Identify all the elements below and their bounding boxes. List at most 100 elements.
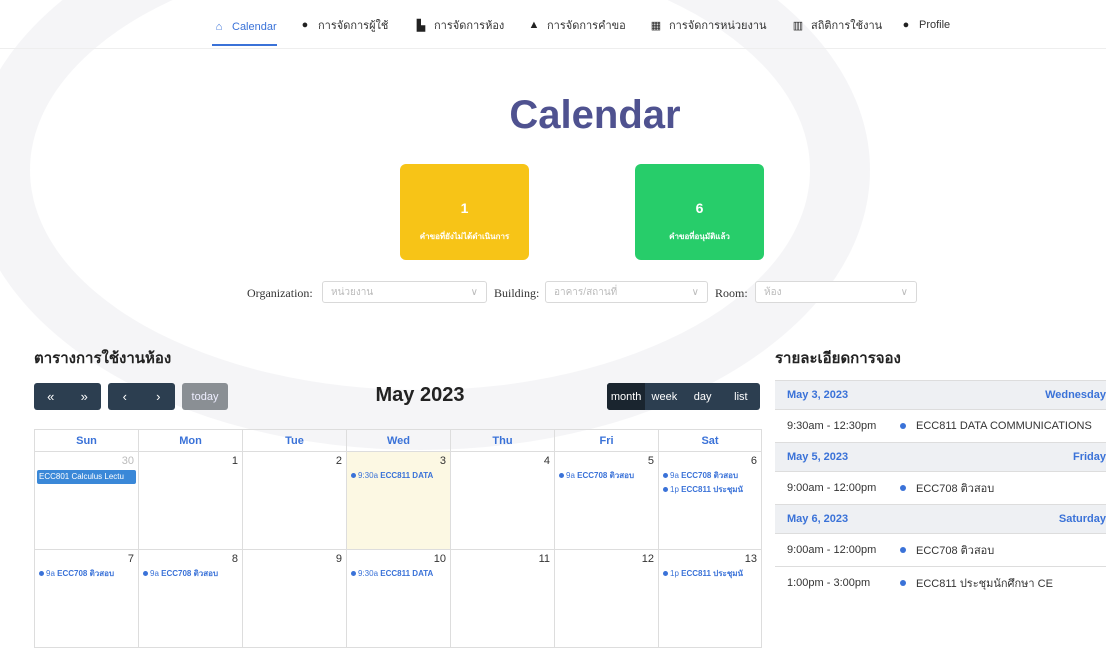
room-placeholder: ห้อง <box>764 287 782 298</box>
day-cell[interactable]: 1 <box>138 451 243 550</box>
view-day-button[interactable]: day <box>684 383 722 410</box>
details-date: May 5, 2023 <box>787 451 849 463</box>
calendar-event[interactable]: 9:30a ECC811 DATA <box>347 469 450 483</box>
next-month-button[interactable]: › <box>156 389 160 404</box>
nav-calendar[interactable]: ⌂ Calendar <box>212 10 277 46</box>
nav-request-management[interactable]: ▲ การจัดการคำขอ <box>527 10 626 40</box>
details-weekday: Saturday <box>1058 513 1106 525</box>
room-icon: ▙ <box>416 19 426 32</box>
calendar-grid: Sun Mon Tue Wed Thu Fri Sat 30 ECC801 Ca… <box>34 429 762 648</box>
event-title: ECC811 ประชุมนั <box>681 485 744 494</box>
day-number: 6 <box>750 455 757 467</box>
organization-select[interactable]: หน่วยงาน ∨ <box>322 281 487 303</box>
bell-icon: ▲ <box>528 19 540 31</box>
details-weekday: Friday <box>1072 451 1106 463</box>
details-date-header: May 3, 2023 Wednesday <box>775 380 1106 409</box>
pending-requests-count: 1 <box>460 200 469 216</box>
weekday-header: Thu <box>450 429 555 452</box>
day-cell[interactable]: 30 ECC801 Calculus Lectu <box>34 451 139 550</box>
day-number: 4 <box>543 455 550 467</box>
calendar-event[interactable]: ECC801 Calculus Lectu <box>37 470 136 484</box>
day-cell[interactable]: 4 <box>450 451 555 550</box>
weekday-header: Tue <box>242 429 347 452</box>
nav-profile-label: Profile <box>919 19 951 31</box>
day-cell[interactable]: 9 <box>242 549 347 648</box>
day-cell-today[interactable]: 3 9:30a ECC811 DATA <box>346 451 451 550</box>
day-cell[interactable]: 10 9:30a ECC811 DATA <box>346 549 451 648</box>
day-cell[interactable]: 12 <box>554 549 659 648</box>
next-year-button[interactable]: » <box>81 389 88 404</box>
event-dot <box>143 571 148 577</box>
building-placeholder: อาคาร/สถานที่ <box>554 287 618 298</box>
nav-room-management[interactable]: ▙ การจัดการห้อง <box>414 10 505 40</box>
event-title: ECC708 ติวสอบ <box>577 471 635 480</box>
details-row[interactable]: 9:00am - 12:00pm ECC708 ติวสอบ <box>775 471 1106 504</box>
event-dot <box>39 571 44 577</box>
room-select[interactable]: ห้อง ∨ <box>755 281 917 303</box>
day-cell[interactable]: 13 1p ECC811 ประชุมนั <box>658 549 762 648</box>
nav-usage-statistics[interactable]: ▥ สถิติการใช้งาน <box>791 10 882 40</box>
pending-requests-card[interactable]: 1 คำขอที่ยังไม่ได้ดำเนินการ <box>400 164 529 260</box>
day-cell[interactable]: 5 9a ECC708 ติวสอบ <box>554 451 659 550</box>
building-icon: ▦ <box>650 19 662 32</box>
day-number: 30 <box>121 455 134 467</box>
details-row[interactable]: 1:00pm - 3:00pm ECC811 ประชุมนักศึกษา CE <box>775 566 1106 599</box>
building-select[interactable]: อาคาร/สถานที่ ∨ <box>545 281 708 303</box>
view-week-button[interactable]: week <box>645 383 683 410</box>
calendar-month-title: May 2023 <box>375 384 465 406</box>
chevron-down-icon: ∨ <box>900 287 908 298</box>
event-time: 1p <box>670 569 679 578</box>
details-time: 1:00pm - 3:00pm <box>787 577 871 589</box>
nav-profile[interactable]: ● Profile <box>899 10 951 40</box>
view-switcher: month week day list <box>607 383 760 410</box>
day-cell[interactable]: 2 <box>242 451 347 550</box>
event-dot <box>900 580 906 586</box>
today-button[interactable]: today <box>182 383 228 410</box>
event-dot <box>663 473 668 479</box>
day-number: 1 <box>231 455 238 467</box>
event-title: ECC708 ติวสอบ <box>681 471 739 480</box>
calendar-event[interactable]: 1p ECC811 ประชุมนั <box>659 567 761 581</box>
approved-requests-label: คำขอที่อนุมัติแล้ว <box>669 232 730 241</box>
calendar-event[interactable]: 9a ECC708 ติวสอบ <box>35 567 138 581</box>
approved-requests-count: 6 <box>695 200 704 216</box>
nav-user-management-label: การจัดการผู้ใช้ <box>318 20 389 32</box>
nav-user-management[interactable]: ● การจัดการผู้ใช้ <box>298 10 389 40</box>
chevron-down-icon: ∨ <box>470 287 478 298</box>
event-dot <box>900 547 906 553</box>
day-cell[interactable]: 11 <box>450 549 555 648</box>
view-list-button[interactable]: list <box>722 383 760 410</box>
details-time: 9:00am - 12:00pm <box>787 482 877 494</box>
prev-year-button[interactable]: « <box>47 389 54 404</box>
prev-month-button[interactable]: ‹ <box>123 389 127 404</box>
nav-calendar-label: Calendar <box>232 21 277 33</box>
day-cell[interactable]: 6 9a ECC708 ติวสอบ 1p ECC811 ประชุมนั <box>658 451 762 550</box>
calendar-event[interactable]: 9a ECC708 ติวสอบ <box>555 469 658 483</box>
nav-organization-management[interactable]: ▦ การจัดการหน่วยงาน <box>649 10 767 40</box>
calendar-event[interactable]: 1p ECC811 ประชุมนั <box>659 483 761 497</box>
day-cell[interactable]: 8 9a ECC708 ติวสอบ <box>138 549 243 648</box>
day-number: 5 <box>647 455 654 467</box>
calendar-event[interactable]: 9:30a ECC811 DATA <box>347 567 450 581</box>
calendar-event[interactable]: 9a ECC708 ติวสอบ <box>659 469 761 483</box>
details-time: 9:30am - 12:30pm <box>787 420 877 432</box>
month-nav-group: ‹ › <box>108 383 175 410</box>
details-row[interactable]: 9:30am - 12:30pm ECC811 DATA COMMUNICATI… <box>775 409 1106 442</box>
view-month-button[interactable]: month <box>607 383 646 410</box>
room-label: Room: <box>715 286 748 300</box>
nav-room-management-label: การจัดการห้อง <box>434 20 505 32</box>
home-icon: ⌂ <box>215 21 223 33</box>
approved-requests-card[interactable]: 6 คำขอที่อนุมัติแล้ว <box>635 164 764 260</box>
calendar-event[interactable]: 9a ECC708 ติวสอบ <box>139 567 242 581</box>
pending-requests-label: คำขอที่ยังไม่ได้ดำเนินการ <box>419 232 510 241</box>
organization-label: Organization: <box>247 286 313 300</box>
event-dot <box>351 473 356 479</box>
weekday-header: Fri <box>554 429 659 452</box>
event-title: ECC811 ประชุมนั <box>681 569 744 578</box>
event-time: 9:30a <box>358 471 379 480</box>
room-schedule-title: ตารางการใช้งานห้อง <box>34 350 172 367</box>
details-row[interactable]: 9:00am - 12:00pm ECC708 ติวสอบ <box>775 533 1106 566</box>
day-cell[interactable]: 7 9a ECC708 ติวสอบ <box>34 549 139 648</box>
nav-usage-statistics-label: สถิติการใช้งาน <box>811 20 883 32</box>
weekday-header: Sun <box>34 429 139 452</box>
